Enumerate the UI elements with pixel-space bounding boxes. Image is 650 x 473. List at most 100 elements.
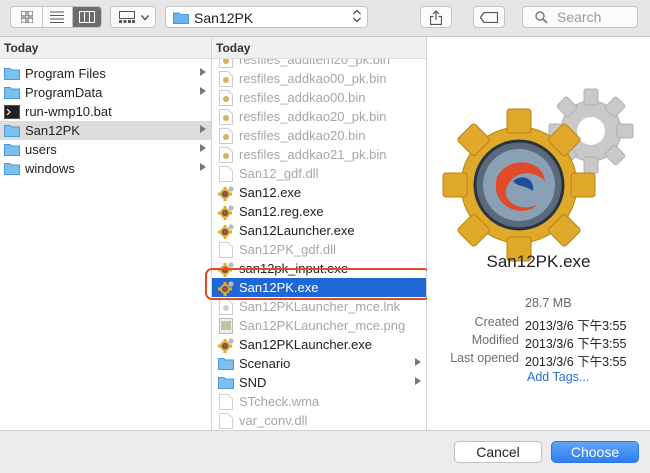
document-icon [218,146,234,163]
list-item[interactable]: San12.reg.exe [212,202,426,221]
list-item[interactable]: resfiles_addkao00.bin [212,88,426,107]
view-mode-segmented-control [10,6,102,28]
list-item[interactable]: San12PKLauncher_mce.png [212,316,426,335]
gear-app-icon [218,223,234,239]
browser-column-1: Today Program Files ProgramData run-wmp10.… [0,37,212,430]
list-item[interactable]: resfiles_addkao00_pk.bin [212,69,426,88]
list-item-label: Program Files [25,66,106,81]
image-file-icon [218,317,234,334]
disclosure-arrow-icon [200,125,206,133]
list-item-label: San12Launcher.exe [239,223,355,238]
path-popup[interactable]: San12PK [165,6,368,28]
document-icon [218,70,234,87]
gear-app-icon [218,204,234,220]
list-item[interactable]: San12Launcher.exe [212,221,426,240]
list-item[interactable]: San12PK [0,121,211,140]
document-icon [218,108,234,125]
list-item-label: ProgramData [25,85,103,100]
list-item-label: San12_gdf.dll [239,166,319,181]
list-item-label: resfiles_addkao20.bin [239,128,366,143]
list-item[interactable]: resfiles_addkao21_pk.bin [212,145,426,164]
document-icon [218,393,234,410]
list-item[interactable]: Scenario [212,354,426,373]
folder-icon [4,66,20,82]
list-item-label: resfiles_addkao00_pk.bin [239,71,387,86]
icon-view-button[interactable] [13,7,41,27]
list-item[interactable]: San12.exe [212,183,426,202]
list-item[interactable]: SND [212,373,426,392]
search-input[interactable] [557,8,635,26]
cancel-button[interactable]: Cancel [454,441,542,463]
list-view-icon [50,11,64,23]
browser-column-2: Today resfiles_additem20_pk.bin resfiles_… [212,37,427,430]
list-item[interactable]: San12_gdf.dll [212,164,426,183]
list-item[interactable]: STcheck.wma [212,392,426,411]
folder-icon [4,161,20,177]
list-item-label: resfiles_addkao00.bin [239,90,366,105]
folder-icon [218,375,234,391]
list-item[interactable]: ProgramData [0,83,211,102]
annotation-highlight-box [205,268,431,300]
list-item[interactable]: var_conv.dll [212,411,426,430]
document-icon [218,127,234,144]
add-tags-link[interactable]: Add Tags... [527,370,589,384]
choose-button[interactable]: Choose [551,441,639,463]
chevron-down-icon [141,15,149,21]
list-item-label: users [25,142,57,157]
list-item-label: SND [239,375,267,390]
gear-app-icon [218,337,234,353]
meta-last-opened-value: 2013/3/6 下午3:55 [525,355,627,369]
list-item-label: San12PKLauncher_mce.lnk [239,299,401,314]
list-item[interactable]: resfiles_addkao20.bin [212,126,426,145]
document-icon [218,89,234,106]
folder-icon [4,142,20,158]
meta-modified-value: 2013/3/6 下午3:55 [525,337,627,351]
list-item[interactable]: run-wmp10.bat [0,102,211,121]
list-item[interactable]: San12PKLauncher.exe [212,335,426,354]
preview-size: 28.7 MB [525,296,572,310]
tag-button[interactable] [473,6,505,28]
folder-icon [4,123,20,139]
search-icon [535,11,548,24]
icon-view-icon [21,11,33,23]
list-item[interactable]: San12PK_gdf.dll [212,240,426,259]
list-item-label: var_conv.dll [239,413,308,428]
list-item[interactable]: users [0,140,211,159]
disclosure-arrow-icon [200,144,206,152]
preview-filename: San12PK.exe [486,252,591,271]
list-item[interactable]: windows [0,159,211,178]
path-label: San12PK [194,10,254,26]
list-item-label: San12PKLauncher_mce.png [239,318,406,333]
list-item-label: San12PK [25,123,80,138]
column-view-button[interactable] [73,7,101,27]
list-item-label: STcheck.wma [239,394,320,409]
list-view-button[interactable] [43,7,71,27]
document-icon [218,241,234,258]
gallery-view-dropdown[interactable] [110,6,156,28]
folder-icon [4,85,20,101]
terminal-icon [4,104,20,120]
column-view-icon [79,11,95,23]
dialog-footer: Cancel Choose [0,430,650,473]
disclosure-arrow-icon [200,163,206,171]
list-item-label: San12.exe [239,185,302,200]
meta-created-value: 2013/3/6 下午3:55 [525,319,627,333]
folder-icon [218,356,234,372]
list-item-label: run-wmp10.bat [25,104,112,119]
list-item-label: Scenario [239,356,291,371]
list-item-label: resfiles_addkao20_pk.bin [239,109,387,124]
meta-last-opened-label: Last opened [450,351,519,365]
gallery-view-icon [119,11,135,23]
list-item-label: San12PK_gdf.dll [239,242,336,257]
list-item[interactable]: Program Files [0,64,211,83]
up-down-chevron-icon [353,9,361,23]
share-button[interactable] [420,6,452,28]
column-header: Today [212,37,426,59]
list-item[interactable]: resfiles_addkao20_pk.bin [212,107,426,126]
disclosure-arrow-icon [200,68,206,76]
preview-pane: San12PK.exe 28.7 MB Created 2013/3/6 下午3… [427,37,650,430]
disclosure-arrow-icon [415,377,421,385]
list-item-label: San12.reg.exe [239,204,324,219]
document-icon [218,412,234,429]
search-field[interactable] [522,6,638,28]
